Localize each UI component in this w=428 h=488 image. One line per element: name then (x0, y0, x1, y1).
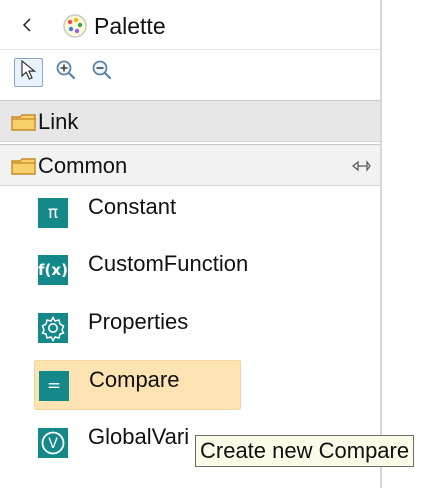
palette-title: Palette (94, 13, 166, 39)
entry-label-customfunction: CustomFunction (88, 251, 249, 276)
pin-icon[interactable] (350, 157, 372, 175)
zoom-out-button[interactable] (87, 58, 116, 87)
zoom-in-icon (55, 59, 77, 86)
svg-text:V: V (48, 436, 58, 452)
palette-entry-constant[interactable]: π Constant (34, 188, 241, 238)
pi-icon: π (38, 198, 68, 228)
folder-icon (10, 154, 38, 178)
function-icon: f(x) (38, 255, 68, 285)
equals-icon: = (39, 371, 69, 401)
palette-toolbar (0, 50, 380, 95)
palette-divider (380, 0, 382, 488)
variable-icon: V (38, 428, 68, 458)
gear-icon (38, 313, 68, 343)
folder-icon (10, 110, 38, 134)
zoom-in-button[interactable] (51, 58, 80, 87)
selection-arrow-icon (19, 59, 39, 86)
palette-icon (62, 13, 88, 39)
entry-label-properties: Properties (88, 309, 189, 334)
selection-tool-button[interactable] (14, 58, 43, 87)
chevron-left-icon[interactable] (16, 14, 38, 36)
palette-entry-compare[interactable]: = Compare (34, 360, 241, 410)
drawer-link[interactable]: Link (0, 100, 380, 142)
palette-panel: Palette Link Common π Constant f(x) Cust… (0, 0, 380, 488)
palette-header: Palette (0, 0, 380, 50)
entry-label-globalvari: GlobalVari (88, 424, 190, 449)
drawer-label-common: Common (38, 153, 128, 178)
drawer-label-link: Link (38, 109, 79, 134)
zoom-out-icon (91, 59, 113, 86)
create-compare-tooltip: Create new Compare (195, 435, 415, 467)
palette-entry-properties[interactable]: Properties (34, 303, 241, 353)
drawer-common[interactable]: Common (0, 144, 380, 186)
entry-label-compare: Compare (89, 367, 180, 392)
entry-label-constant: Constant (88, 194, 177, 219)
palette-entry-customfunction[interactable]: f(x) CustomFunction (34, 245, 248, 295)
